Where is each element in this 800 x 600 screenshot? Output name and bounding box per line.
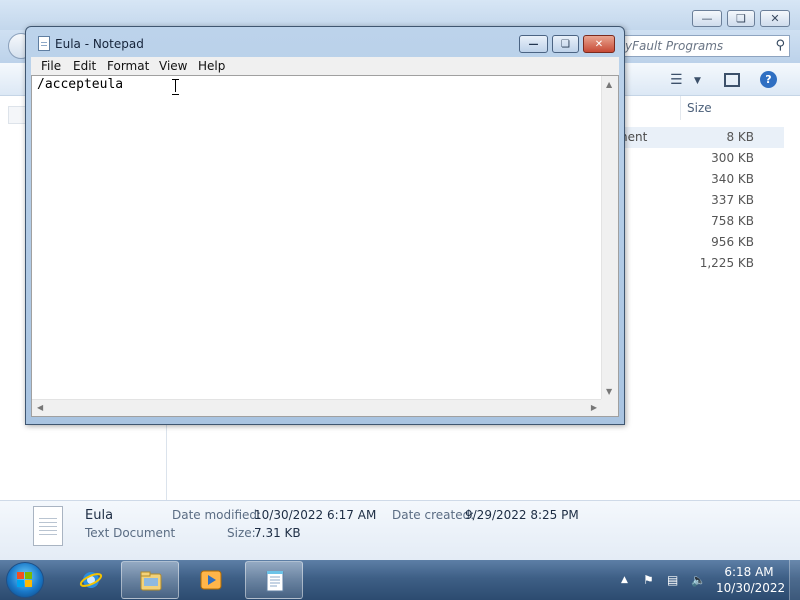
file-row[interactable]: 340 KB [612, 169, 784, 190]
minimize-button[interactable]: — [519, 35, 548, 53]
views-icon[interactable]: ☰ [670, 72, 683, 88]
close-icon: ✕ [770, 12, 780, 25]
network-icon[interactable]: ▤ [667, 573, 678, 587]
menu-format[interactable]: Format [107, 59, 149, 73]
file-row[interactable]: 337 KB [612, 190, 784, 211]
media-player-icon [200, 570, 222, 590]
show-desktop-button[interactable] [789, 560, 800, 600]
text-editor-area[interactable]: /accepteula ▲ ▼ ◀ ▶ [31, 75, 619, 417]
clock-time[interactable]: 6:18 AM [716, 565, 782, 579]
search-icon: ⚲ [775, 38, 785, 53]
taskbar-notepad[interactable] [245, 561, 303, 599]
menu-bar: File Edit Format View Help [31, 57, 619, 75]
preview-pane-icon[interactable] [724, 73, 740, 87]
date-modified-label: Date modified: [172, 508, 262, 522]
file-size: 8 KB [726, 130, 754, 144]
chevron-down-icon[interactable]: ▼ [694, 76, 701, 86]
show-hidden-icons-icon[interactable]: ▲ [621, 575, 628, 585]
date-created-value: 9/29/2022 8:25 PM [465, 508, 579, 522]
minimize-icon: — [701, 12, 713, 25]
menu-file[interactable]: File [41, 59, 61, 73]
menu-help[interactable]: Help [198, 59, 225, 73]
column-header-label: Size [687, 101, 712, 115]
scroll-down-icon[interactable]: ▼ [606, 387, 612, 396]
explorer-maximize-button[interactable]: ❏ [727, 10, 755, 27]
maximize-button[interactable]: ❏ [552, 35, 579, 53]
details-file-name: Eula [85, 508, 114, 523]
folder-icon [140, 571, 162, 591]
taskbar-media-player[interactable] [182, 561, 240, 599]
maximize-icon: ❏ [736, 12, 746, 25]
minimize-icon: — [528, 38, 539, 50]
size-value: 7.31 KB [254, 526, 301, 540]
start-button[interactable] [6, 562, 44, 598]
file-row[interactable]: 956 KB [612, 232, 784, 253]
text-cursor-icon [172, 79, 179, 95]
windows-logo-icon [17, 572, 33, 588]
internet-explorer-icon [79, 572, 103, 588]
volume-muted-icon[interactable]: 🔈 [691, 573, 706, 587]
notepad-window: Eula - Notepad — ❏ ✕ File Edit Format Vi… [25, 26, 625, 425]
file-size: 300 KB [711, 151, 754, 165]
resize-grip[interactable] [601, 399, 618, 416]
details-file-type: Text Document [85, 526, 176, 540]
horizontal-scrollbar[interactable]: ◀ ▶ [32, 399, 602, 416]
scroll-right-icon[interactable]: ▶ [591, 403, 597, 412]
date-modified-value: 10/30/2022 6:17 AM [254, 508, 377, 522]
file-size: 337 KB [711, 193, 754, 207]
file-size: 1,225 KB [699, 256, 754, 270]
explorer-close-button[interactable]: ✕ [760, 10, 790, 27]
help-icon[interactable]: ? [760, 71, 777, 88]
vertical-scrollbar[interactable]: ▲ ▼ [601, 76, 618, 399]
explorer-minimize-button[interactable]: — [692, 10, 722, 27]
file-row[interactable]: nent 8 KB [612, 127, 784, 148]
menu-view[interactable]: View [159, 59, 187, 73]
close-button[interactable]: ✕ [583, 35, 615, 53]
clock-date[interactable]: 10/30/2022 [716, 581, 785, 595]
action-center-flag-icon[interactable]: ⚑ [643, 573, 654, 587]
close-icon: ✕ [594, 38, 604, 50]
editor-content[interactable]: /accepteula [37, 77, 123, 92]
file-size: 758 KB [711, 214, 754, 228]
notepad-icon [38, 36, 50, 51]
file-row[interactable]: 1,225 KB [612, 253, 784, 274]
maximize-icon: ❏ [561, 38, 570, 50]
taskbar-internet-explorer[interactable] [62, 561, 120, 599]
taskbar-windows-explorer[interactable] [121, 561, 179, 599]
window-title: Eula - Notepad [55, 37, 144, 51]
file-size: 340 KB [711, 172, 754, 186]
scroll-up-icon[interactable]: ▲ [606, 80, 612, 89]
size-label: Size: [227, 526, 256, 540]
date-created-label: Date created: [392, 508, 475, 522]
search-input[interactable]: yFault Programs ⚲ [620, 35, 790, 57]
file-row[interactable]: 300 KB [612, 148, 784, 169]
text-document-icon [33, 506, 63, 546]
file-row[interactable]: 758 KB [612, 211, 784, 232]
scroll-left-icon[interactable]: ◀ [37, 403, 43, 412]
search-placeholder: yFault Programs [625, 39, 724, 53]
file-size: 956 KB [711, 235, 754, 249]
notepad-icon [266, 571, 284, 592]
menu-edit[interactable]: Edit [73, 59, 96, 73]
column-header-size[interactable]: Size [680, 96, 790, 120]
